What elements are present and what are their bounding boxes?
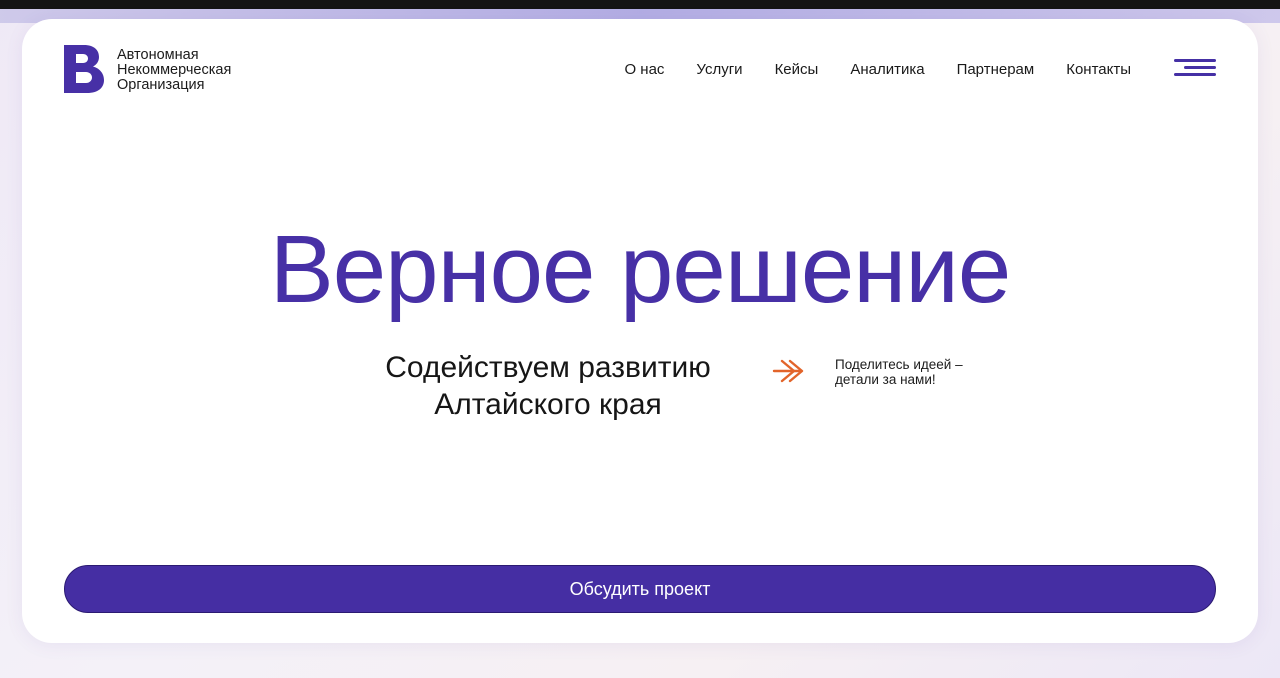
hero-subtitle: Содействуем развитию Алтайского края (348, 349, 748, 423)
logo-line: Автономная (117, 46, 199, 63)
logo-line: Организация (117, 76, 205, 93)
menu-line (1174, 59, 1216, 62)
nav-item-partners[interactable]: Партнерам (957, 61, 1035, 78)
hero-subtitle-line: Содействуем развитию (385, 351, 711, 384)
hero-card: Автономная Некоммерческая Организация О … (22, 19, 1258, 643)
nav-item-cases[interactable]: Кейсы (775, 61, 819, 78)
nav-item-analytics[interactable]: Аналитика (850, 61, 924, 78)
main-nav: О нас Услуги Кейсы Аналитика Партнерам К… (624, 61, 1131, 78)
hamburger-menu-icon[interactable] (1174, 57, 1216, 79)
double-chevron-right-icon (772, 359, 804, 383)
logo-line: Некоммерческая (117, 61, 232, 78)
idea-note-line: Поделитесь идеей – (835, 357, 963, 372)
top-strip (0, 0, 1280, 9)
logo[interactable]: Автономная Некоммерческая Организация (64, 45, 231, 93)
logo-b-icon (64, 45, 104, 93)
idea-note-line: детали за нами! (835, 372, 936, 387)
discuss-project-button[interactable]: Обсудить проект (64, 565, 1216, 613)
hero-subtitle-line: Алтайского края (434, 388, 662, 421)
nav-item-about[interactable]: О нас (624, 61, 664, 78)
nav-item-contacts[interactable]: Контакты (1066, 61, 1131, 78)
idea-note: Поделитесь идеей – детали за нами! (835, 357, 963, 387)
menu-line (1184, 66, 1216, 69)
menu-line (1174, 73, 1216, 76)
logo-text: Автономная Некоммерческая Организация (117, 46, 232, 93)
hero-title: Верное решение (269, 216, 1012, 323)
nav-item-services[interactable]: Услуги (696, 61, 742, 78)
